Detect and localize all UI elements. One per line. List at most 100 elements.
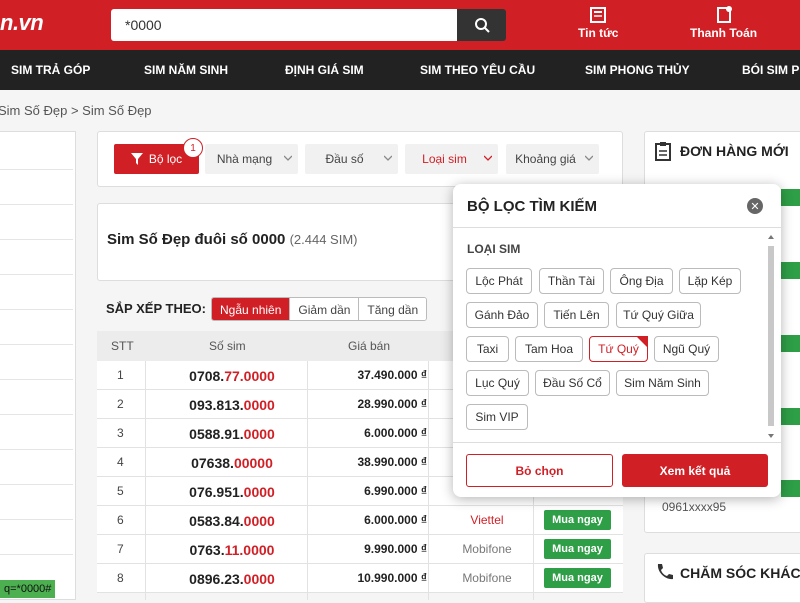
sim-tail: 0000	[243, 513, 275, 529]
order-badge	[781, 335, 800, 352]
sim-number[interactable]: 07638.00000	[157, 455, 307, 471]
divider	[0, 414, 73, 415]
sim-tail: 0000	[243, 542, 275, 558]
prefix-select[interactable]: Đầu số	[305, 144, 398, 174]
divider	[453, 442, 781, 443]
chip-taxi[interactable]: Taxi	[466, 336, 509, 362]
sort-random[interactable]: Ngẫu nhiên	[212, 298, 291, 320]
sim-network: Mobifone	[462, 571, 512, 585]
sim-type-select[interactable]: Loại sim	[405, 144, 498, 174]
chip-ong-dia[interactable]: Ông Địa	[610, 268, 673, 294]
sim-number[interactable]: 0708.77.0000	[157, 368, 307, 384]
order-badge	[781, 480, 800, 497]
search-icon	[474, 18, 490, 33]
sim-mid: 77.	[224, 368, 244, 384]
divider	[307, 361, 308, 600]
sim-number[interactable]: 0896.23.0000	[157, 571, 307, 587]
network-select[interactable]: Nhà mạng	[205, 144, 298, 174]
view-results-button[interactable]: Xem kết quả	[622, 454, 768, 487]
divider	[0, 449, 73, 450]
divider	[0, 169, 73, 170]
payment-label: Thanh Toán	[690, 26, 758, 40]
news-link[interactable]: Tin tức	[578, 6, 618, 40]
buy-button[interactable]: Mua ngay	[544, 568, 611, 588]
customer-care-panel: CHĂM SÓC KHÁCH H	[644, 553, 800, 603]
nav-item[interactable]: SIM PHONG THỦY	[585, 63, 690, 77]
sim-number[interactable]: 0763.11.0000	[157, 542, 307, 558]
sim-price: 6.000.000 ₫	[364, 426, 427, 440]
sim-tail: 0000	[243, 368, 275, 384]
news-label: Tin tức	[578, 26, 619, 40]
chip-tam-hoa[interactable]: Tam Hoa	[515, 336, 583, 362]
nav-item[interactable]: BÓI SIM PH	[742, 63, 800, 77]
sim-mid: 11.	[224, 542, 244, 558]
row-stt: 6	[117, 513, 124, 527]
buy-button[interactable]: Mua ngay	[544, 510, 611, 530]
sim-price: 10.990.000 ₫	[357, 571, 427, 585]
order-badge	[781, 262, 800, 279]
payment-link[interactable]: Thanh Toán	[690, 6, 757, 40]
row-stt: 2	[117, 397, 124, 411]
divider	[0, 204, 73, 205]
price-range-select[interactable]: Khoảng giá	[506, 144, 599, 174]
close-icon[interactable]: ✕	[747, 198, 763, 214]
chip-ngu-quy[interactable]: Ngũ Quý	[654, 336, 719, 362]
table-row[interactable]: 7 0763.11.0000 9.990.000 ₫ Mobifone Mua ngay	[97, 535, 623, 564]
chip-loc-phat[interactable]: Lộc Phát	[466, 268, 532, 294]
table-row[interactable]: 6 0583.84.0000 6.000.000 ₫ Viettel Mua ngay	[97, 506, 623, 535]
chip-than-tai[interactable]: Thần Tài	[539, 268, 604, 294]
chevron-down-icon	[585, 155, 593, 161]
filter-popup: BỘ LỌC TÌM KIẾM ✕ LOẠI SIM Lộc Phát Thần…	[453, 184, 781, 497]
nav-item[interactable]: SIM TRẢ GÓP	[11, 63, 90, 77]
sim-number[interactable]: 0588.91.0000	[157, 426, 307, 442]
divider	[0, 344, 73, 345]
sim-prefix: 093.813.	[189, 397, 244, 413]
nav-item[interactable]: ĐỊNH GIÁ SIM	[285, 63, 364, 77]
chevron-down-icon	[384, 155, 392, 161]
sim-number[interactable]: 0583.84.0000	[157, 513, 307, 529]
chip-sim-vip[interactable]: Sim VIP	[466, 404, 528, 430]
result-title: Sim Số Đẹp đuôi số 0000	[107, 231, 286, 248]
chevron-down-icon	[284, 155, 292, 161]
sim-price: 38.990.000 ₫	[357, 455, 427, 469]
nav-item[interactable]: SIM THEO YÊU CẦU	[420, 63, 535, 77]
row-stt: 8	[117, 571, 124, 585]
sim-prefix: 0588.91.	[189, 426, 244, 442]
breadcrumb: Sim Số Đẹp > Sim Số Đẹp	[0, 103, 152, 118]
sim-prefix: 0896.23.	[189, 571, 244, 587]
network-label: Nhà mạng	[216, 152, 273, 166]
sort-asc[interactable]: Tăng dần	[359, 298, 427, 320]
query-tag: q=*0000#	[0, 580, 56, 598]
chip-tu-quy-giua[interactable]: Tứ Quý Giữa	[616, 302, 701, 328]
chip-ganh-dao[interactable]: Gánh Đảo	[466, 302, 538, 328]
divider	[0, 519, 73, 520]
filter-count-badge: 1	[183, 138, 203, 158]
search-input[interactable]: *0000	[111, 9, 458, 41]
table-row[interactable]: 8 0896.23.0000 10.990.000 ₫ Mobifone Mua nga…	[97, 564, 623, 593]
filter-label: Bộ lọc	[148, 152, 183, 166]
chip-tu-quy[interactable]: Tứ Quý	[589, 336, 648, 362]
sim-prefix: 0583.84.	[189, 513, 244, 529]
search-button[interactable]	[457, 9, 506, 41]
news-icon	[590, 7, 607, 23]
buy-button[interactable]: Mua ngay	[544, 539, 611, 559]
chip-tien-len[interactable]: Tiến Lên	[544, 302, 609, 328]
clear-button[interactable]: Bỏ chọn	[466, 454, 613, 487]
sim-number[interactable]: 076.951.0000	[157, 484, 307, 500]
scrollbar[interactable]	[767, 232, 775, 442]
price-range-label: Khoảng giá	[515, 152, 576, 166]
sort-desc[interactable]: Giảm dần	[290, 298, 360, 320]
col-stt: STT	[111, 339, 134, 353]
chip-luc-quy[interactable]: Lục Quý	[466, 370, 529, 396]
site-logo[interactable]: n.vn	[0, 10, 44, 36]
sim-price: 6.990.000 ₫	[364, 484, 427, 498]
sim-number[interactable]: 093.813.0000	[157, 397, 307, 413]
chip-lap-kep[interactable]: Lặp Kép	[679, 268, 741, 294]
result-count: (2.444 SIM)	[289, 232, 358, 247]
chip-dau-so-co[interactable]: Đầu Số Cổ	[535, 370, 610, 396]
nav-item[interactable]: SIM NĂM SINH	[144, 63, 228, 77]
care-title: CHĂM SÓC KHÁCH H	[680, 565, 800, 581]
chip-sim-nam-sinh[interactable]: Sim Năm Sinh	[616, 370, 709, 396]
col-number: Số sim	[209, 339, 246, 353]
divider	[145, 361, 146, 600]
